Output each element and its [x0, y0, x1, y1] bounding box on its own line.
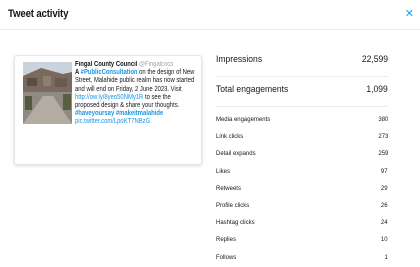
tweet-handle[interactable]: @Fingalcoco — [139, 61, 173, 68]
stat-value: 1 — [384, 253, 388, 261]
stat-label: Follows — [216, 253, 237, 261]
stat-label: Replies — [216, 236, 236, 244]
stat-label: Hashtag clicks — [216, 219, 255, 227]
stat-label: Profile clicks — [216, 201, 250, 209]
dialog-title: Tweet activity — [8, 8, 69, 20]
stat-label: Link clicks — [216, 133, 244, 141]
stat-label: Detail expands — [216, 150, 256, 158]
tweet-author[interactable]: Fingal County Council — [75, 61, 137, 68]
total-engagements-label: Total engagements — [216, 84, 289, 95]
stat-row-hashtag-clicks: Hashtag clicks 24 — [216, 215, 388, 232]
stat-row-follows: Follows 1 — [216, 250, 388, 267]
impressions-label: Impressions — [216, 54, 263, 65]
stat-value: 273 — [378, 133, 388, 141]
tweet-line: proposed design & share your thoughts. — [75, 102, 180, 110]
impressions-value: 22,599 — [361, 54, 388, 65]
stat-row-likes: Likes 97 — [216, 164, 388, 181]
stat-row-retweets: Retweets 29 — [216, 181, 388, 198]
stats-panel: Impressions 22,599 Total engagements 1,0… — [216, 47, 388, 267]
engagement-breakdown: Media engagements 380 Link clicks 273 Deta… — [216, 112, 388, 267]
stat-label: Retweets — [216, 184, 241, 192]
stat-value: 24 — [381, 219, 388, 227]
stat-row-detail-expands: Detail expands 259 — [216, 146, 388, 163]
stat-label: Likes — [216, 167, 230, 175]
hashtag-link[interactable]: #PublicConsultation — [81, 69, 138, 76]
stat-row-link-clicks: Link clicks 273 — [216, 129, 388, 146]
tweet-card[interactable]: Fingal County Council @Fingalcoco A #Pub… — [14, 55, 202, 165]
impressions-row: Impressions 22,599 — [216, 47, 388, 77]
tweet-pic-link[interactable]: pic.twitter.com/LpoKT7NBzG — [75, 118, 199, 126]
stat-value: 259 — [378, 150, 388, 158]
total-engagements-value: 1,099 — [366, 84, 388, 95]
tweet-text: Fingal County Council @Fingalcoco A #Pub… — [75, 61, 199, 127]
stat-row-replies: Replies 10 — [216, 232, 388, 249]
tweet-hashtags[interactable]: #haveyoursay #makeitmalahide — [75, 110, 199, 118]
total-engagements-row: Total engagements 1,099 — [216, 77, 388, 107]
stat-value: 29 — [381, 184, 388, 192]
close-icon[interactable]: ✕ — [405, 7, 414, 20]
tweet-url-link[interactable]: http://ow.ly/8yeo50NMy1R — [75, 94, 143, 101]
stat-value: 380 — [378, 116, 388, 123]
tweet-image-thumbnail[interactable] — [23, 62, 72, 124]
tweet-line: Street, Malahide public realm has now st… — [75, 77, 195, 85]
stat-row-profile-clicks: Profile clicks 26 — [216, 198, 388, 215]
stat-value: 97 — [381, 167, 388, 175]
stat-label: Media engagements — [216, 116, 271, 123]
dialog-header: Tweet activity ✕ — [0, 0, 420, 30]
stat-row-media-engagements: Media engagements 380 — [216, 112, 388, 129]
tweet-author-line: Fingal County Council @Fingalcoco — [75, 61, 199, 69]
stat-value: 26 — [381, 201, 388, 209]
street-photo — [23, 62, 72, 124]
tweet-line: and will end on Friday, 2 June 2023. Vis… — [75, 85, 182, 93]
tweet-line: http://ow.ly/8yeo50NMy1R to see the — [75, 93, 171, 101]
tweet-line: A #PublicConsultation on the design of N… — [75, 69, 195, 77]
stat-value: 10 — [381, 236, 388, 244]
